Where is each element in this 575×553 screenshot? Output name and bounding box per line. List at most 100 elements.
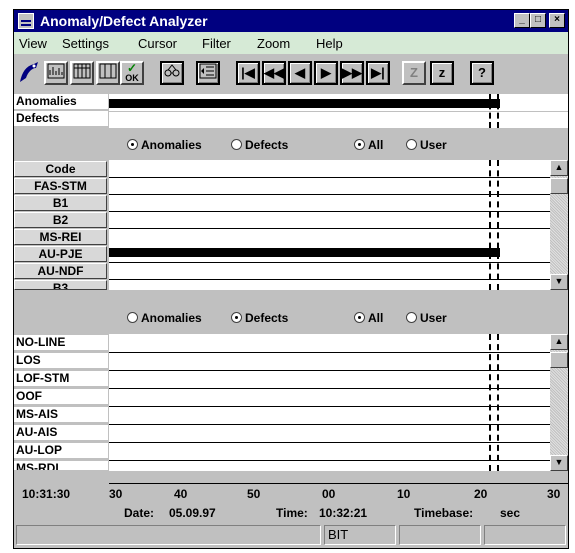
status-panel-3 (399, 525, 481, 545)
radio-defects-2[interactable]: Defects (231, 311, 288, 325)
radio-label: All (368, 138, 384, 152)
fast-forward-icon[interactable]: ▶▶ (340, 61, 364, 85)
status-panel-mode: BIT (324, 525, 396, 545)
app-icon[interactable] (18, 13, 34, 29)
grid-line (109, 352, 550, 353)
defect-scrollbar[interactable]: ▲ ▼ (550, 334, 568, 471)
timebase-value: sec (500, 506, 521, 520)
timebase-label: Timebase: (414, 506, 474, 520)
maximize-button[interactable]: □ (530, 13, 546, 28)
title-bar[interactable]: Anomaly/Defect Analyzer _ □ × (14, 10, 568, 32)
anomaly-row-3[interactable]: B2 (14, 212, 107, 228)
close-button[interactable]: × (549, 13, 565, 28)
grid-line (109, 442, 550, 443)
radio-dot-icon (406, 312, 417, 323)
cursor-right-line (497, 160, 499, 290)
menu-help[interactable]: Help (316, 36, 343, 51)
anomaly-row-4[interactable]: MS-REI (14, 229, 107, 245)
defect-row-0[interactable]: NO-LINE (14, 335, 108, 351)
summary-plot (109, 94, 568, 128)
grid-line (109, 262, 550, 263)
anomaly-row-5[interactable]: AU-PJE (14, 246, 107, 262)
menu-zoom[interactable]: Zoom (257, 36, 290, 51)
menu-view[interactable]: View (19, 36, 47, 51)
check-icon: ✓ (126, 61, 138, 75)
chart-view-icon[interactable] (44, 61, 68, 85)
scroll-down-icon[interactable]: ▼ (550, 274, 568, 290)
window-view-icon[interactable] (96, 61, 120, 85)
grid-line (109, 228, 550, 229)
radio-user-2[interactable]: User (406, 311, 447, 325)
scroll-up-icon[interactable]: ▲ (550, 334, 568, 350)
radio-dot-icon (231, 139, 242, 150)
window-title: Anomaly/Defect Analyzer (40, 13, 208, 29)
zoom-button[interactable]: z (430, 61, 454, 85)
grid-line (109, 211, 550, 212)
axis-tick: 40 (174, 487, 188, 501)
defect-row-4[interactable]: MS-AIS (14, 407, 108, 423)
radio-all-2[interactable]: All (354, 311, 383, 325)
last-icon[interactable]: ▶| (366, 61, 390, 85)
fast-back-icon[interactable]: ◀◀ (262, 61, 286, 85)
forward-icon[interactable]: ▶ (314, 61, 338, 85)
time-value: 10:32:21 (319, 506, 368, 520)
defect-row-3[interactable]: OOF (14, 389, 108, 405)
defect-row-1[interactable]: LOS (14, 353, 108, 369)
axis-tick: 30 (109, 487, 123, 501)
grid-line (109, 424, 550, 425)
anomaly-row-6[interactable]: AU-NDF (14, 263, 107, 279)
anomaly-row-7[interactable]: B3 (14, 280, 107, 290)
defect-row-6[interactable]: AU-LOP (14, 443, 108, 459)
time-axis: 10:31:30 30 40 50 00 10 20 30 (14, 483, 568, 503)
selector-row-anomalies: Anomalies Defects All User (109, 135, 568, 157)
radio-dot-icon (127, 312, 138, 323)
radio-label: All (368, 311, 384, 325)
defect-row-7[interactable]: MS-RDI (14, 461, 108, 471)
grid-line (109, 388, 550, 389)
scroll-down-icon[interactable]: ▼ (550, 455, 568, 471)
status-bar: BIT (14, 523, 568, 548)
anomaly-scrollbar[interactable]: ▲ ▼ (550, 160, 568, 290)
cursor-left-line (489, 94, 491, 128)
menu-cursor[interactable]: Cursor (138, 36, 177, 51)
cursor-right-line (497, 334, 499, 471)
selector-row-defects: Anomalies Defects All User (109, 308, 568, 330)
summary-divider (109, 111, 568, 112)
anomaly-row-0[interactable]: Code (14, 161, 107, 177)
help-button[interactable]: ? (470, 61, 494, 85)
scroll-thumb[interactable] (550, 178, 568, 194)
menu-settings[interactable]: Settings (62, 36, 109, 51)
grid-line (109, 460, 550, 461)
defect-plot (109, 334, 550, 471)
zoom-disabled-button[interactable]: Z (402, 61, 426, 85)
cursor-right-line (497, 94, 499, 128)
radio-user-1[interactable]: User (406, 138, 447, 152)
first-icon[interactable]: |◀ (236, 61, 260, 85)
radio-label: Anomalies (141, 311, 202, 325)
grid-line (109, 279, 550, 280)
table-view-icon[interactable] (70, 61, 94, 85)
minimize-button[interactable]: _ (514, 13, 530, 28)
menu-filter[interactable]: Filter (202, 36, 231, 51)
anomaly-row-2[interactable]: B1 (14, 195, 107, 211)
radio-defects-1[interactable]: Defects (231, 138, 288, 152)
radio-anomalies-1[interactable]: Anomalies (127, 138, 202, 152)
anomaly-row-1[interactable]: FAS-STM (14, 178, 107, 194)
defect-row-2[interactable]: LOF-STM (14, 371, 108, 387)
back-icon[interactable]: ◀ (288, 61, 312, 85)
axis-tick: 10 (397, 487, 411, 501)
filter-glasses-icon[interactable] (160, 61, 184, 85)
defect-row-5[interactable]: AU-AIS (14, 425, 108, 441)
list-jump-icon[interactable] (196, 61, 220, 85)
ok-check-button[interactable]: ✓ OK (120, 61, 144, 85)
status-panel-4 (484, 525, 566, 545)
axis-tick: 20 (474, 487, 488, 501)
scroll-up-icon[interactable]: ▲ (550, 160, 568, 176)
radio-all-1[interactable]: All (354, 138, 383, 152)
date-time-status: Date: 05.09.97 Time: 10:32:21 Timebase: … (14, 503, 568, 523)
axis-tick: 00 (322, 487, 336, 501)
scroll-thumb[interactable] (550, 352, 568, 368)
radio-label: User (420, 311, 447, 325)
time-label: Time: (276, 506, 308, 520)
radio-anomalies-2[interactable]: Anomalies (127, 311, 202, 325)
